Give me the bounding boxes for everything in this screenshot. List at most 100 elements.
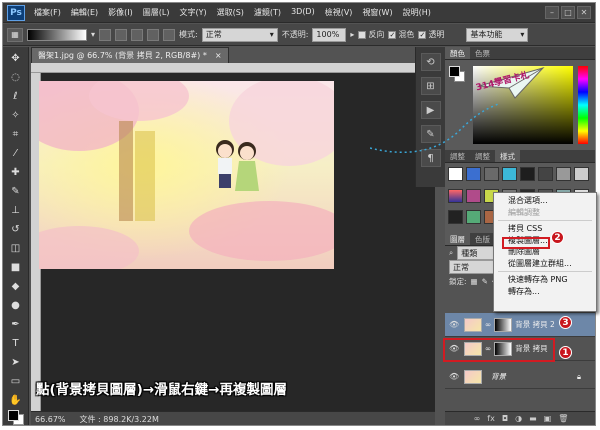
document-title: 醫架1.jpg @ 66.7% (背景 拷貝 2, RGB/8#) * [38,51,207,60]
menu-layer[interactable]: 圖層(L) [138,7,175,18]
type-tool-icon[interactable]: T [6,335,26,351]
style-swatch[interactable] [466,210,481,225]
dither-checkbox[interactable]: ✓ 混色 [388,29,414,40]
minimize-button[interactable]: – [545,6,559,19]
adjustment-layer-icon[interactable]: ◑ [515,414,522,423]
lock-label: 鎖定: [449,276,467,286]
menu-window[interactable]: 視窗(W) [357,7,397,18]
menu-item-quick-export-png[interactable]: 快速轉存為 PNG [494,274,596,286]
highlight-duplicate-layer [502,237,550,249]
reflected-gradient-button[interactable] [147,28,160,41]
eye-icon[interactable]: 👁︎ [449,320,461,329]
menu-item-edit-adjustment: 編輯調整 [508,207,540,217]
rectangle-tool-icon[interactable]: ▭ [6,373,26,389]
style-swatch[interactable] [484,167,499,181]
lock-brush-icon[interactable]: ✎ [482,277,488,286]
link-layers-icon[interactable]: ∞ [474,414,481,423]
menu-item-export-as[interactable]: 轉存為... [494,286,596,298]
link-icon: ∞ [485,320,492,329]
blur-tool-icon[interactable]: ◆ [6,278,26,294]
gradient-tool-icon[interactable]: ▦ [7,27,23,42]
brush-tool-icon[interactable]: ✎ [6,183,26,199]
tab-swatches[interactable]: 色票 [470,47,495,59]
properties-icon[interactable]: ⊞ [420,77,441,95]
document-tab[interactable]: 醫架1.jpg @ 66.7% (背景 拷貝 2, RGB/8#) * × [31,47,229,63]
style-swatch[interactable] [448,210,463,225]
tab-color[interactable]: 顏色 [445,47,470,59]
style-swatch[interactable] [520,167,535,181]
menu-item-copy-css[interactable]: 拷貝 CSS [494,223,596,235]
menu-item-blending-options[interactable]: 混合選項... [494,195,596,207]
style-swatch[interactable] [574,167,589,181]
style-swatch[interactable] [556,167,571,181]
add-mask-icon[interactable]: ◘ [502,414,508,423]
mode-select[interactable]: 正常 ▾ [201,27,278,42]
workspace-select[interactable]: 基本功能 ▾ [466,27,529,42]
foreground-color-swatch[interactable] [449,66,460,77]
layer-row-background[interactable]: 👁︎ 背景 🔒︎ [445,365,595,389]
lasso-tool-icon[interactable]: ℓ [6,88,26,104]
new-group-icon[interactable]: ▬ [529,414,537,423]
menu-view[interactable]: 檢視(V) [320,7,358,18]
gradient-picker[interactable] [27,28,87,41]
menu-edit[interactable]: 編輯(E) [66,7,103,18]
menu-help[interactable]: 說明(H) [398,7,436,18]
radial-gradient-button[interactable] [115,28,128,41]
tab-layers[interactable]: 圖層 [445,233,470,245]
layer-thumbnail [464,369,482,384]
mode-label: 模式: [179,30,198,39]
foreground-color-swatch[interactable] [8,410,19,421]
menu-filter[interactable]: 濾鏡(T) [249,7,286,18]
menu-item-group-from-layers[interactable]: 從圖層建立群組... [494,258,596,270]
magic-wand-tool-icon[interactable]: ✧ [6,107,26,123]
menu-3d[interactable]: 3D(D) [286,7,320,18]
layer-row-copy-2[interactable]: 👁︎ ∞ 背景 拷貝 2 [445,313,595,337]
dodge-tool-icon[interactable]: ● [6,297,26,313]
stamp-tool-icon[interactable]: ⊥ [6,202,26,218]
path-selection-tool-icon[interactable]: ➤ [6,354,26,370]
crop-tool-icon[interactable]: ⌗ [6,126,26,142]
move-tool-icon[interactable]: ✥ [6,50,26,66]
reverse-label: 反向 [368,30,385,39]
history-brush-tool-icon[interactable]: ↺ [6,221,26,237]
hue-slider[interactable] [578,66,588,144]
diamond-gradient-button[interactable] [163,28,176,41]
history-icon[interactable]: ⟲ [420,53,441,71]
style-swatch[interactable] [466,167,481,181]
menu-image[interactable]: 影像(I) [103,7,138,18]
menu-type[interactable]: 文字(Y) [174,7,211,18]
style-swatch[interactable] [502,167,517,181]
opacity-arrow-icon[interactable]: ▸ [350,30,354,39]
linear-gradient-button[interactable] [99,28,112,41]
style-swatch[interactable] [448,188,463,203]
trash-icon[interactable]: 🗑︎ [558,414,568,423]
style-swatch[interactable] [448,167,463,181]
color-panel-tabs: 顏色 色票 [445,47,595,60]
style-swatch[interactable] [538,167,553,181]
menu-file[interactable]: 檔案(F) [29,7,66,18]
close-button[interactable]: ✕ [577,6,591,19]
layer-thumbnail [464,317,482,332]
marquee-tool-icon[interactable]: ◌ [6,69,26,85]
gradient-tool-icon[interactable]: ■ [6,259,26,275]
zoom-level[interactable]: 66.67% [35,415,66,424]
close-tab-icon[interactable]: × [215,51,222,60]
maximize-button[interactable]: □ [561,6,575,19]
style-swatch[interactable] [466,188,481,203]
menu-select[interactable]: 選取(S) [212,7,249,18]
angle-gradient-button[interactable] [131,28,144,41]
healing-brush-tool-icon[interactable]: ✚ [6,164,26,180]
transparency-checkbox[interactable]: ✓ 透明 [418,29,444,40]
fx-icon[interactable]: fx [487,414,495,423]
hand-tool-icon[interactable]: ✋ [6,392,26,408]
lock-pixels-icon[interactable]: ▦ [471,277,478,286]
dropdown-arrow-icon[interactable]: ▾ [91,30,95,39]
reverse-checkbox[interactable]: 反向 [358,29,384,40]
eye-icon[interactable]: 👁︎ [449,372,461,381]
new-layer-icon[interactable]: ▣ [544,414,552,423]
pen-tool-icon[interactable]: ✒ [6,316,26,332]
eyedropper-tool-icon[interactable]: ⁄ [6,145,26,161]
opacity-field[interactable]: 100% [312,27,347,42]
eraser-tool-icon[interactable]: ◫ [6,240,26,256]
tab-channels[interactable]: 色版 [470,233,495,245]
